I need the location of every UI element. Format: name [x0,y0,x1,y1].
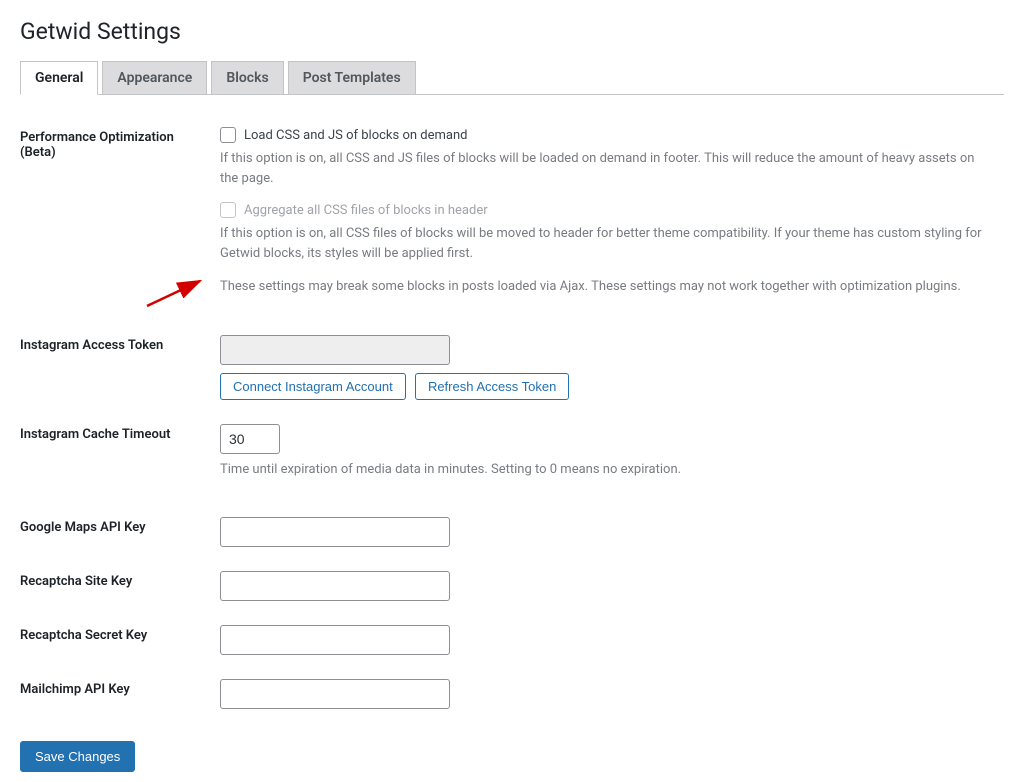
google-maps-input[interactable] [220,517,450,547]
tab-blocks[interactable]: Blocks [211,61,283,95]
tab-post-templates[interactable]: Post Templates [288,61,416,95]
tab-appearance[interactable]: Appearance [102,61,207,95]
settings-form-table: Performance Optimization (Beta) Load CSS… [20,115,1004,721]
save-changes-button[interactable]: Save Changes [20,741,135,772]
performance-note: These settings may break some blocks in … [220,277,994,297]
tab-general[interactable]: General [20,61,98,95]
recaptcha-secret-label: Recaptcha Secret Key [20,613,220,667]
aggregate-row: Aggregate all CSS files of blocks in hea… [220,202,994,218]
page-title: Getwid Settings [20,18,1004,45]
load-on-demand-checkbox[interactable] [220,127,236,143]
aggregate-description: If this option is on, all CSS files of b… [220,224,994,263]
connect-instagram-button[interactable]: Connect Instagram Account [220,373,406,400]
aggregate-checkbox [220,202,236,218]
mailchimp-input[interactable] [220,679,450,709]
aggregate-label: Aggregate all CSS files of blocks in hea… [244,203,488,218]
recaptcha-site-label: Recaptcha Site Key [20,559,220,613]
performance-label: Performance Optimization (Beta) [20,115,220,323]
instagram-cache-label: Instagram Cache Timeout [20,412,220,506]
instagram-token-input[interactable] [220,335,450,365]
recaptcha-site-input[interactable] [220,571,450,601]
load-on-demand-description: If this option is on, all CSS and JS fil… [220,149,994,188]
load-on-demand-row: Load CSS and JS of blocks on demand [220,127,994,143]
instagram-cache-description: Time until expiration of media data in m… [220,460,994,480]
instagram-token-label: Instagram Access Token [20,323,220,412]
google-maps-label: Google Maps API Key [20,505,220,559]
mailchimp-label: Mailchimp API Key [20,667,220,721]
instagram-cache-input[interactable] [220,424,280,454]
refresh-token-button[interactable]: Refresh Access Token [415,373,569,400]
nav-tab-wrapper: General Appearance Blocks Post Templates [20,61,1004,95]
load-on-demand-label[interactable]: Load CSS and JS of blocks on demand [244,128,467,143]
recaptcha-secret-input[interactable] [220,625,450,655]
